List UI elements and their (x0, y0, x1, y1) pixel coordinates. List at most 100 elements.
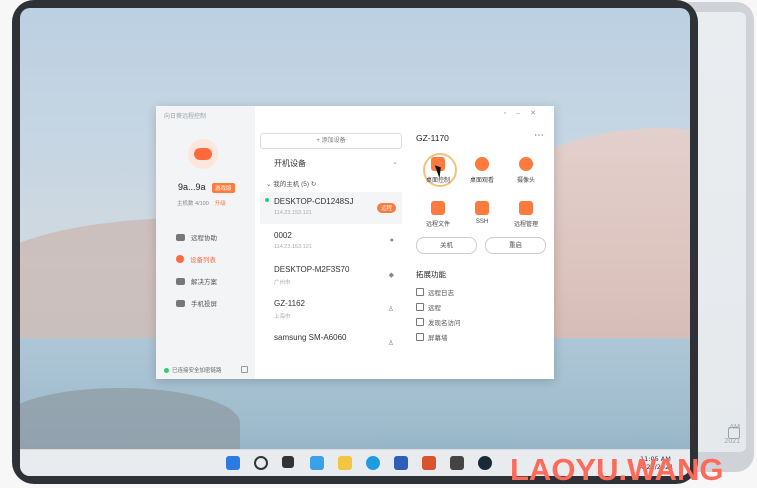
widgets-icon[interactable] (310, 456, 324, 470)
group-label: 我的主机 (5) (273, 181, 310, 188)
power-off-button[interactable]: 关机 (416, 237, 477, 254)
action-label: 桌面观看 (469, 178, 494, 184)
ext-item-label: 发现名访问 (428, 320, 461, 327)
restart-button[interactable]: 重启 (485, 237, 546, 254)
remote-file-button[interactable]: 远程文件 (418, 201, 458, 228)
device-row[interactable]: DESKTOP-M2F3S70 广州市 ◆ (260, 260, 402, 292)
sidebar-item-phone-cast[interactable]: 手机投屏 (176, 298, 217, 308)
cloud-icon (416, 303, 424, 311)
sidebar-item-device-list[interactable]: 设备列表 (176, 254, 216, 264)
username: 9a...9a (178, 182, 206, 192)
connection-status-text: 已连接安全加密链路 (172, 368, 222, 374)
file-explorer-icon[interactable] (338, 456, 352, 470)
log-icon (416, 288, 424, 296)
action-label: 远程文件 (425, 222, 450, 228)
terminal-icon (475, 201, 489, 215)
dropdown-value: 开机设备 (274, 159, 306, 168)
edition-badge: 游戏版 (212, 183, 235, 193)
host-count-text: 主机数 4/100 (177, 201, 209, 207)
notification-icon (728, 427, 740, 439)
remote-assist-icon (176, 233, 185, 241)
device-detail-panel: ▫–✕ GZ-1170 ⋯ 桌面控制 桌面观看 摄像头 远程文件 SSH 远程管… (412, 106, 554, 379)
action-label: SSH (475, 219, 489, 225)
word-icon[interactable] (394, 456, 408, 470)
steam-icon[interactable] (478, 456, 492, 470)
action-label: 远程管理 (513, 222, 538, 228)
device-row[interactable]: samsung SM-A6060 ♙ (260, 328, 402, 360)
lock-icon[interactable] (241, 366, 248, 373)
eye-icon (475, 157, 489, 171)
ext-item-label: 远程 (428, 305, 441, 312)
device-name: DESKTOP-M2F3S70 (274, 265, 350, 274)
ext-item-remote-log[interactable]: 远程日志 (416, 287, 454, 297)
more-options-icon[interactable]: ⋯ (534, 130, 544, 141)
device-name: DESKTOP-CD1248SJ (274, 197, 354, 206)
grid-icon (519, 201, 533, 215)
desktop-view-button[interactable]: 桌面观看 (462, 157, 502, 184)
window-controls[interactable]: ▫–✕ (504, 109, 546, 117)
upgrade-link[interactable]: 升级 (215, 201, 226, 207)
ssh-button[interactable]: SSH (462, 201, 502, 225)
device-row[interactable]: DESKTOP-CD1248SJ 114.23.153.121 远程 (260, 192, 402, 224)
device-list-icon (176, 255, 184, 263)
device-name: GZ-1162 (274, 299, 305, 308)
solution-icon (176, 277, 185, 285)
device-ip: 114.23.153.121 (274, 210, 312, 216)
ext-item-remote[interactable]: 远程 (416, 302, 441, 312)
device-ip: 114.23.153.121 (274, 244, 312, 250)
search-icon[interactable] (254, 456, 268, 470)
sidebar-item-remote-assist[interactable]: 远程协助 (176, 232, 217, 242)
ext-item-name-access[interactable]: 发现名访问 (416, 317, 461, 327)
linux-icon: ♙ (387, 340, 394, 347)
store-icon[interactable] (450, 456, 464, 470)
sidebar: 向日葵远程控制 9a...9a 游戏版 主机数 4/100 升级 远程协助 设备列… (156, 106, 255, 379)
chevron-down-icon: ⌄ (392, 159, 398, 166)
online-indicator (265, 198, 269, 202)
powerpoint-icon[interactable] (422, 456, 436, 470)
action-label: 桌面控制 (425, 178, 450, 184)
ext-item-label: 屏幕墙 (428, 335, 448, 342)
desktop-screen: 向日葵远程控制 9a...9a 游戏版 主机数 4/100 升级 远程协助 设备列… (20, 8, 690, 476)
remote-manage-button[interactable]: 远程管理 (506, 201, 546, 228)
screen-wall-icon (416, 333, 424, 341)
host-count: 主机数 4/100 升级 (177, 199, 226, 207)
group-header[interactable]: ⌄ 我的主机 (5) ↻ (266, 178, 316, 188)
android-icon: ◆ (388, 272, 394, 279)
action-label: 摄像头 (516, 178, 535, 184)
device-row[interactable]: 0002 114.23.153.121 ● (260, 226, 402, 258)
device-list-panel: + 添加设备 开机设备 ⌄ ⌄ 我的主机 (5) ↻ DESKTOP-CD124… (260, 106, 402, 379)
sidebar-item-label: 手机投屏 (191, 301, 217, 308)
camera-icon (519, 157, 533, 171)
start-icon[interactable] (226, 456, 240, 470)
sidebar-item-label: 设备列表 (190, 257, 216, 264)
globe-icon (416, 318, 424, 326)
background-clock-date: 2021 (724, 438, 740, 445)
wallpaper-shore (20, 388, 240, 458)
device-location: 上海市 (274, 314, 291, 320)
ext-item-screen-wall[interactable]: 屏幕墙 (416, 332, 448, 342)
device-filter-dropdown[interactable]: 开机设备 ⌄ (274, 158, 398, 169)
edge-icon[interactable] (366, 456, 380, 470)
watermark: LAOYU.WANG (510, 452, 724, 487)
apple-icon: ● (389, 237, 394, 244)
device-title: GZ-1170 (416, 133, 449, 143)
device-name: 0002 (274, 231, 292, 240)
app-title: 向日葵远程控制 (164, 114, 207, 120)
phone-cast-icon (176, 299, 185, 307)
status-dot-icon (164, 367, 169, 373)
camera-button[interactable]: 摄像头 (506, 157, 546, 184)
folder-icon (431, 201, 445, 215)
avatar[interactable] (188, 139, 218, 169)
sidebar-item-solution[interactable]: 解决方案 (176, 276, 217, 286)
task-view-icon[interactable] (282, 456, 294, 468)
add-device-button[interactable]: + 添加设备 (260, 133, 402, 149)
connection-status: 已连接安全加密链路 (164, 366, 222, 374)
sidebar-item-label: 解决方案 (191, 279, 217, 286)
device-name: samsung SM-A6060 (274, 333, 347, 342)
extensions-title: 拓展功能 (416, 270, 446, 279)
ext-item-label: 远程日志 (428, 290, 454, 297)
gamepad-icon (194, 148, 212, 160)
remote-control-app-window: 向日葵远程控制 9a...9a 游戏版 主机数 4/100 升级 远程协助 设备列… (156, 106, 554, 379)
device-row[interactable]: GZ-1162 上海市 ♙ (260, 294, 402, 326)
device-tag[interactable]: 远程 (376, 203, 396, 213)
